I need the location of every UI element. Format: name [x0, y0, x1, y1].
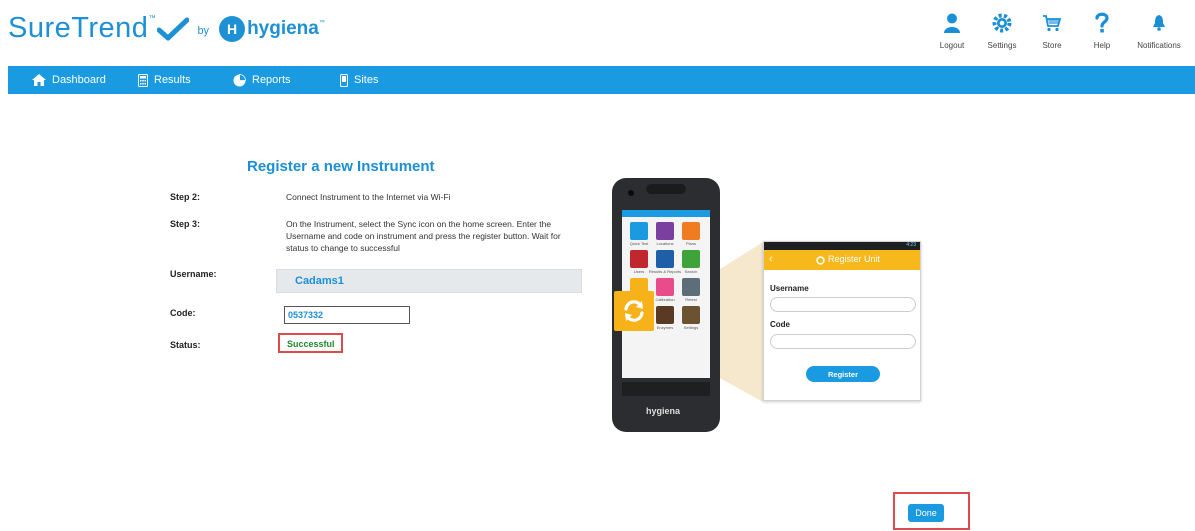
- calculator-icon: [138, 73, 148, 87]
- brand-name: SureTrend: [8, 12, 149, 44]
- code-field[interactable]: [284, 306, 410, 324]
- popup-username-label: Username: [770, 284, 809, 293]
- user-icon: [943, 10, 961, 36]
- sync-icon: [614, 291, 654, 331]
- brand-logo[interactable]: SureTrend ™ by H hygiena ™: [8, 12, 325, 45]
- store-button[interactable]: Store: [1029, 10, 1075, 50]
- app-icon: Results & Reports: [649, 250, 681, 274]
- step2-label: Step 2:: [170, 192, 201, 202]
- app-icon: Settings: [678, 306, 704, 330]
- home-icon: [32, 74, 46, 86]
- done-highlight: Done: [893, 492, 970, 530]
- logout-button[interactable]: Logout: [929, 10, 975, 50]
- back-icon: ‹: [769, 253, 773, 265]
- status-label: Status:: [170, 340, 201, 350]
- popup-code-label: Code: [770, 320, 790, 329]
- bell-icon: [1152, 10, 1166, 36]
- pie-chart-icon: [233, 73, 246, 86]
- help-button[interactable]: Help: [1079, 10, 1125, 50]
- app-icon: Calibration: [652, 278, 678, 302]
- settings-label: Settings: [987, 41, 1017, 50]
- register-unit-preview: 4:23 ‹ Register Unit Username Code Regis…: [763, 241, 921, 401]
- popup-title: Register Unit: [828, 254, 881, 264]
- nav-reports-label: Reports: [252, 74, 291, 86]
- app-header: SureTrend ™ by H hygiena ™ Logout Settin…: [0, 0, 1195, 64]
- device-icon: [340, 73, 348, 87]
- app-icon: Locations: [652, 222, 678, 246]
- username-label: Username:: [170, 269, 217, 279]
- question-icon: [1095, 10, 1109, 36]
- app-icon: Enzymes: [652, 306, 678, 330]
- device-camera: [628, 190, 634, 196]
- help-label: Help: [1093, 41, 1111, 50]
- device-speaker: [646, 184, 686, 194]
- popup-sync-icon: [816, 256, 825, 265]
- brand-by: by: [197, 24, 210, 37]
- step3-label: Step 3:: [170, 219, 201, 229]
- cart-icon: [1042, 10, 1062, 36]
- code-label: Code:: [170, 308, 196, 318]
- nav-results-label: Results: [154, 74, 191, 86]
- company-tm: ™: [318, 19, 325, 26]
- nav-reports[interactable]: Reports: [233, 66, 291, 94]
- step2-text: Connect Instrument to the Internet via W…: [286, 192, 451, 202]
- brand-tm: ™: [148, 15, 156, 22]
- nav-sites[interactable]: Sites: [340, 66, 378, 94]
- step3-line: On the Instrument, select the Sync icon …: [286, 219, 552, 229]
- step3-line: status to change to successful: [286, 243, 400, 253]
- logout-label: Logout: [939, 41, 965, 50]
- popup-time: 4:23: [906, 242, 916, 248]
- step3-text: On the Instrument, select the Sync icon …: [286, 218, 561, 254]
- app-icon: Search: [678, 250, 704, 274]
- notifications-label: Notifications: [1137, 41, 1181, 50]
- app-icon: Quick Test: [626, 222, 652, 246]
- main-nav: Dashboard Results Reports Sites: [8, 66, 1195, 94]
- popup-header: ‹ Register Unit: [764, 250, 920, 270]
- popup-code-field: [770, 334, 916, 349]
- notifications-button[interactable]: Notifications: [1129, 10, 1189, 50]
- page-title: Register a new Instrument: [247, 158, 435, 175]
- nav-results[interactable]: Results: [138, 66, 191, 94]
- username-value: Cadams1: [295, 275, 344, 287]
- settings-button[interactable]: Settings: [979, 10, 1025, 50]
- store-label: Store: [1042, 41, 1062, 50]
- nav-dashboard-label: Dashboard: [52, 74, 106, 86]
- device-nav-bar: [622, 382, 710, 396]
- hygiena-logo-icon: H: [219, 15, 246, 42]
- header-actions: Logout Settings Store Help Notifications: [925, 10, 1189, 50]
- status-value: Successful: [287, 339, 335, 349]
- device-brand-logo: hygiena: [646, 406, 681, 416]
- nav-dashboard[interactable]: Dashboard: [32, 66, 106, 94]
- checkmark-icon: [157, 17, 190, 40]
- status-badge: Successful: [278, 333, 343, 353]
- app-icon: Retest: [678, 278, 704, 302]
- done-button[interactable]: Done: [908, 504, 944, 522]
- nav-sites-label: Sites: [354, 74, 379, 86]
- app-icon: Plans: [678, 222, 704, 246]
- popup-register-button: Register: [806, 366, 880, 382]
- popup-username-field: [770, 297, 916, 312]
- device-status-bar: [622, 210, 710, 217]
- popup-status-bar: 4:23: [764, 242, 920, 250]
- gear-icon: [992, 10, 1012, 36]
- step3-line: Username and code on instrument and pres…: [286, 231, 561, 241]
- company-name: hygiena: [247, 17, 319, 39]
- username-display: Cadams1: [276, 269, 582, 293]
